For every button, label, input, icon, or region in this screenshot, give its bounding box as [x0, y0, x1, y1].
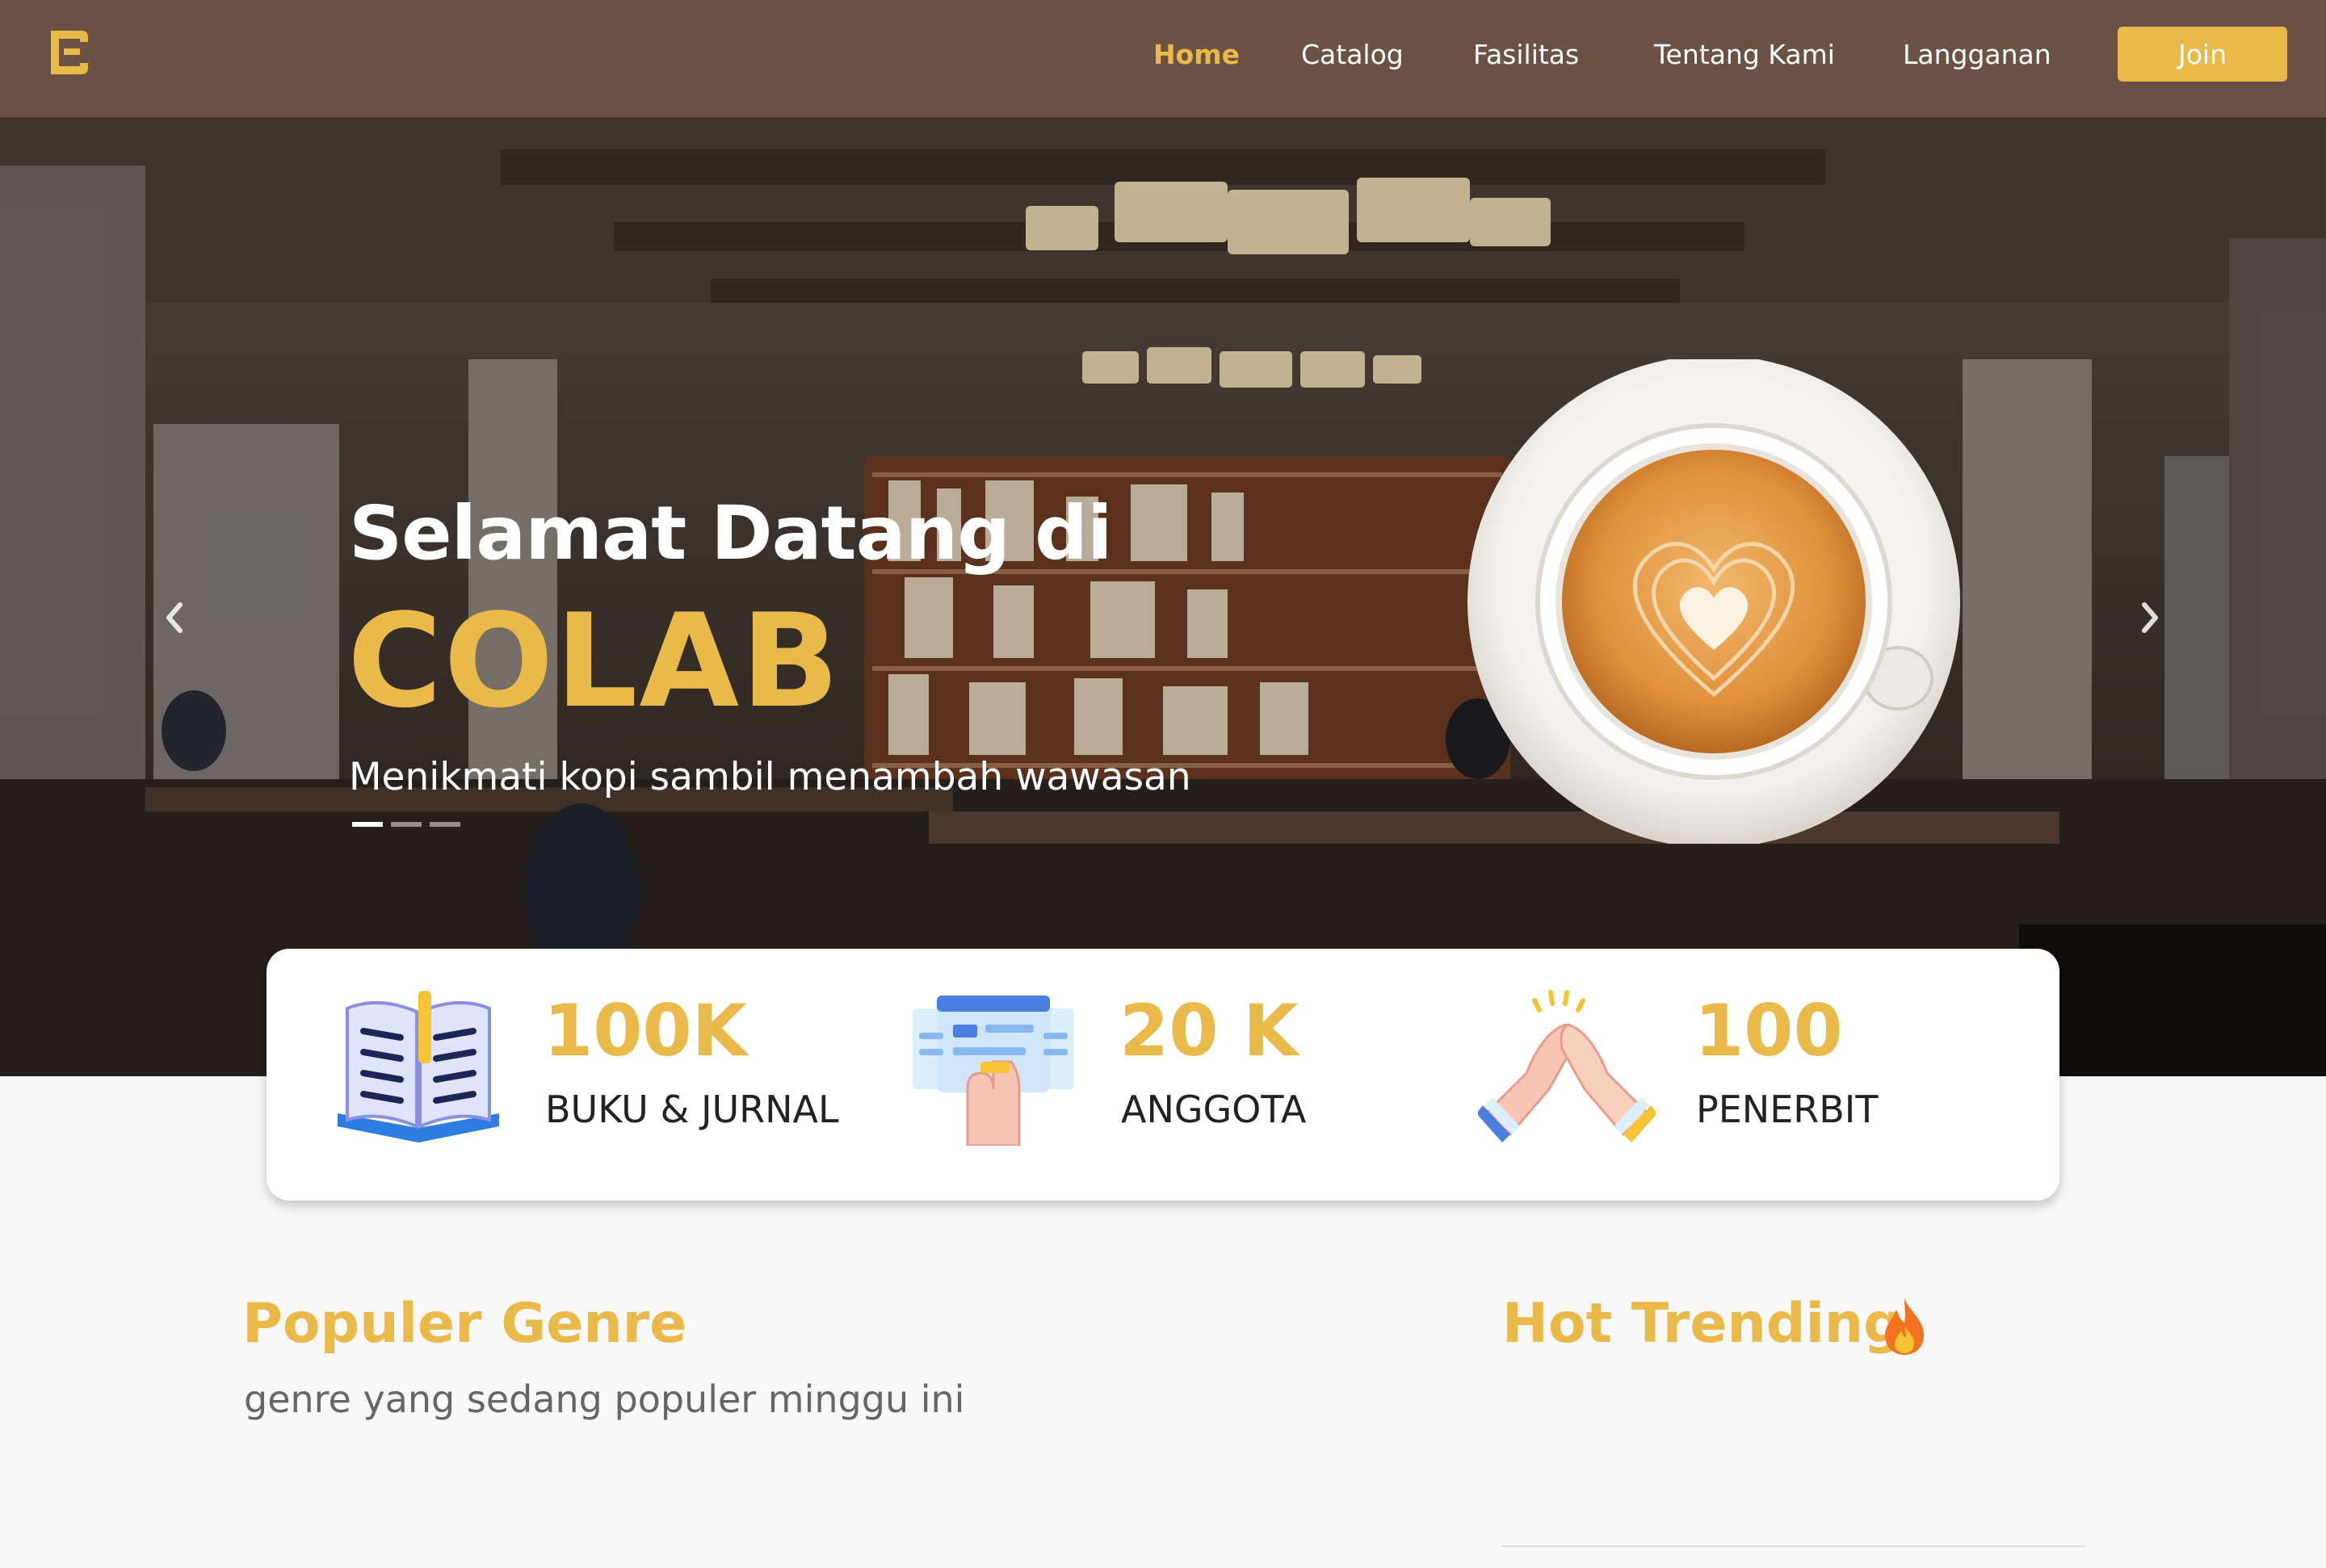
stat-label-buku: BUKU & JURNAL	[545, 1088, 839, 1131]
open-book-icon	[338, 991, 499, 1142]
stat-value-penerbit: 100	[1694, 989, 1843, 1072]
carousel-indicator-2[interactable]	[391, 822, 422, 827]
navbar: Home Catalog Fasilitas Tentang Kami Lang…	[0, 0, 2326, 117]
nav-item-langganan[interactable]: Langganan	[1903, 37, 2051, 73]
stat-label-anggota: ANGGOTA	[1121, 1088, 1307, 1131]
hero-subtitle: Menikmati kopi sambil menambah wawasan	[349, 755, 1191, 799]
nav-item-home[interactable]: Home	[1153, 37, 1240, 73]
nav-item-fasilitas[interactable]: Fasilitas	[1473, 37, 1579, 73]
nav-item-tentang-kami[interactable]: Tentang Kami	[1654, 37, 1835, 73]
coffee-cup-image	[1467, 359, 1960, 844]
popular-genre-subtitle: genre yang sedang populer minggu ini	[244, 1377, 965, 1421]
chevron-right-icon	[2142, 602, 2158, 633]
stat-value-buku: 100K	[544, 989, 747, 1072]
colab-logo-icon[interactable]	[44, 24, 93, 81]
carousel-indicator-1[interactable]	[352, 822, 383, 827]
hero-carousel: Selamat Datang di COLAB Menikmati kopi s…	[0, 117, 2326, 1076]
hot-trending-title: Hot Trending	[1502, 1292, 1903, 1356]
stats-card: 100K BUKU & JURNAL 20 K ANGGOTA 100 PENE…	[267, 949, 2059, 1201]
carousel-prev-button[interactable]	[150, 581, 199, 654]
hero-brand: COLAB	[347, 585, 842, 736]
handshake-icon	[1478, 990, 1656, 1142]
hero-title: Selamat Datang di	[349, 490, 1113, 576]
trending-divider	[1502, 1545, 2085, 1547]
chevron-left-icon	[166, 602, 183, 633]
touch-screen-icon	[913, 996, 1074, 1146]
join-button[interactable]: Join	[2118, 27, 2287, 82]
fire-icon	[1885, 1298, 1924, 1355]
carousel-next-button[interactable]	[2126, 581, 2174, 654]
carousel-indicators	[352, 822, 460, 827]
stat-value-anggota: 20 K	[1119, 989, 1299, 1072]
nav-item-catalog[interactable]: Catalog	[1301, 37, 1404, 73]
popular-genre-title: Populer Genre	[242, 1292, 687, 1356]
stat-label-penerbit: PENERBIT	[1696, 1088, 1879, 1131]
carousel-indicator-3[interactable]	[430, 822, 460, 827]
